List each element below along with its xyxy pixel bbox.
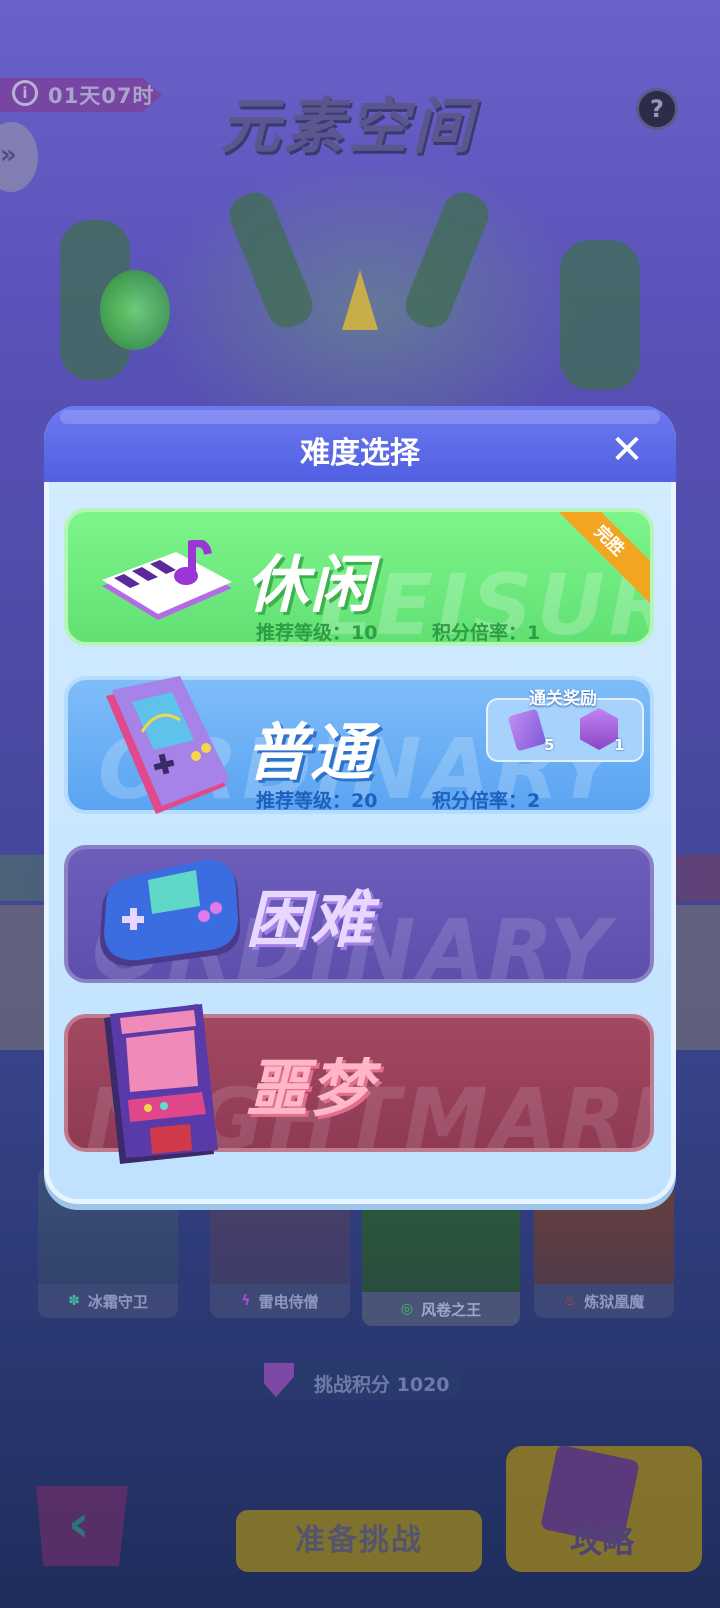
boss-glow-orb	[100, 270, 170, 350]
guide-label: 攻略	[570, 1522, 635, 1560]
boss-card-label: 冰霜守卫	[87, 1292, 148, 1311]
modal-header-shine	[60, 410, 660, 424]
reward-count: 1	[614, 736, 625, 754]
clear-reward-title: 通关奖励	[529, 689, 597, 709]
points-label: 挑战积分	[314, 1374, 391, 1396]
back-button[interactable]: ‹	[36, 1486, 128, 1566]
points-value: 1020	[396, 1374, 450, 1396]
close-icon[interactable]: ✕	[606, 430, 648, 472]
lightning-icon: ϟ	[241, 1293, 251, 1309]
option-name: 休闲	[246, 548, 375, 621]
ready-challenge-button[interactable]: 准备挑战	[236, 1510, 482, 1572]
timer-info-icon: i	[12, 80, 38, 106]
arcade-machine-icon	[104, 1004, 218, 1164]
back-arrow-icon: ‹	[68, 1494, 90, 1554]
option-name: 噩梦	[246, 1052, 375, 1125]
piano-icon	[102, 540, 232, 620]
boss-arm-right	[560, 240, 640, 390]
side-menu-button[interactable]: »	[0, 122, 38, 192]
gamepad-icon	[100, 859, 241, 967]
challenge-points-text: 挑战积分 1020	[314, 1370, 450, 1397]
handheld-console-icon	[106, 676, 230, 814]
score-multiplier: 积分倍率：2	[432, 790, 541, 812]
snowflake-icon: ✽	[68, 1293, 80, 1309]
recommended-level: 推荐等级：20	[256, 790, 378, 812]
event-timer-text: 01天07时	[48, 84, 155, 108]
option-name: 困难	[246, 883, 375, 956]
boss-card-label: 雷电侍僧	[258, 1292, 319, 1311]
wind-icon: ◎	[400, 1301, 414, 1317]
recommended-level: 推荐等级：10	[256, 622, 378, 644]
boss-card-label: 炼狱凰魔	[584, 1292, 645, 1311]
double-chevron-icon: »	[0, 140, 17, 170]
option-name: 普通	[246, 716, 375, 789]
boss-card-label: 风卷之王	[421, 1300, 482, 1319]
fire-icon: ♨	[563, 1293, 577, 1309]
help-button[interactable]: ?	[636, 88, 678, 130]
modal-title: 难度选择	[300, 436, 420, 471]
score-multiplier: 积分倍率：1	[432, 622, 541, 644]
reward-count: 5	[544, 736, 555, 754]
page-title: 元素空间	[220, 92, 476, 162]
